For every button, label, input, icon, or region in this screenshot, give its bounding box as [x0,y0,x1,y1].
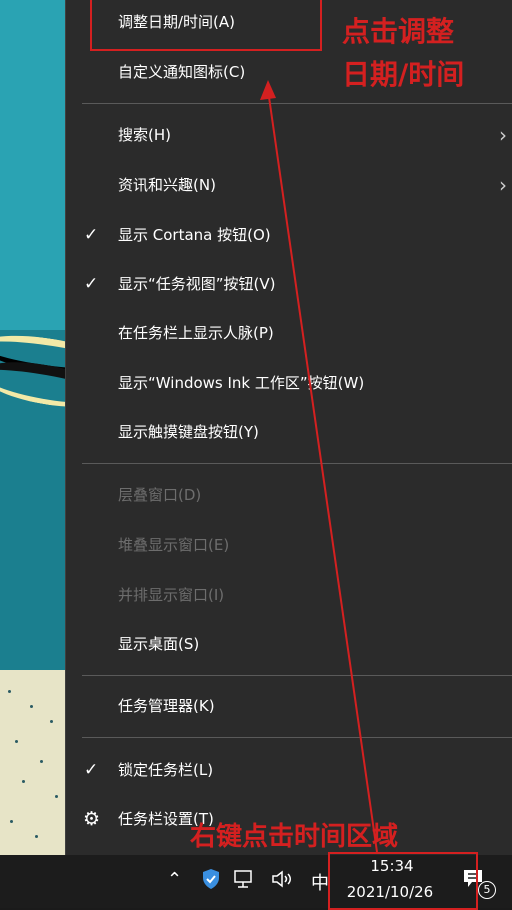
checkmark-icon: ✓ [84,760,99,780]
chevron-up-icon[interactable]: ⌃ [167,869,182,890]
chevron-right-icon: › [499,123,507,147]
menu-item-task-manager[interactable]: 任务管理器(K) [66,684,512,728]
annotation-text: 日期/时间 [342,58,465,91]
shield-icon[interactable] [201,868,221,895]
menu-item-label: 显示触摸键盘按钮(Y) [118,423,259,441]
menu-item-show-touch-keyboard[interactable]: 显示触摸键盘按钮(Y) [66,410,512,454]
menu-item-label: 自定义通知图标(C) [118,63,246,81]
wallpaper-sand [0,670,70,855]
menu-item-label: 显示“任务视图”按钮(V) [118,275,276,293]
menu-item-label: 搜索(H) [118,126,171,144]
menu-item-label: 在任务栏上显示人脉(P) [118,324,274,342]
volume-icon[interactable] [270,868,296,895]
menu-item-news-interests[interactable]: 资讯和兴趣(N) › [66,163,512,207]
gear-icon: ⚙ [83,808,101,830]
menu-item-show-cortana-button[interactable]: ✓ 显示 Cortana 按钮(O) [66,213,512,257]
menu-separator [82,103,512,104]
menu-separator [82,737,512,738]
menu-separator [82,463,512,464]
network-icon[interactable] [233,868,257,895]
menu-item-label: 并排显示窗口(I) [118,586,225,604]
volume-icon-graphic [272,870,291,888]
menu-item-show-task-view-button[interactable]: ✓ 显示“任务视图”按钮(V) [66,262,512,306]
checkmark-icon: ✓ [84,225,99,245]
chevron-right-icon: › [499,173,507,197]
network-icon-graphic [234,870,252,888]
menu-item-cascade-windows: 层叠窗口(D) [66,473,512,517]
menu-item-label: 资讯和兴趣(N) [118,176,216,194]
menu-item-label: 层叠窗口(D) [118,486,202,504]
annotation-text: 点击调整 [342,15,455,48]
notification-count-badge: 5 [478,881,496,899]
menu-item-show-people[interactable]: 在任务栏上显示人脉(P) [66,311,512,355]
wallpaper-sky [0,0,70,330]
checkmark-icon: ✓ [84,274,99,294]
menu-item-show-windows-ink[interactable]: 显示“Windows Ink 工作区”按钮(W) [66,361,512,405]
shield-icon-graphic [203,869,219,889]
annotation-highlight-box [328,852,478,910]
menu-separator [82,675,512,676]
taskbar-context-menu: 调整日期/时间(A) 自定义通知图标(C) 搜索(H) › 资讯和兴趣(N) ›… [65,0,512,855]
menu-item-label: 任务管理器(K) [118,697,215,715]
ime-indicator[interactable]: 中 [311,869,329,895]
menu-item-show-desktop[interactable]: 显示桌面(S) [66,622,512,666]
menu-item-lock-taskbar[interactable]: ✓ 锁定任务栏(L) [66,748,512,792]
menu-item-label: 显示 Cortana 按钮(O) [118,226,271,244]
menu-item-side-by-side-windows: 并排显示窗口(I) [66,573,512,617]
desktop-wallpaper [0,0,70,855]
menu-item-stack-windows: 堆叠显示窗口(E) [66,523,512,567]
annotation-highlight-box [90,0,322,51]
menu-item-label: 显示“Windows Ink 工作区”按钮(W) [118,374,365,392]
menu-item-label: 锁定任务栏(L) [118,761,214,779]
menu-item-search[interactable]: 搜索(H) › [66,113,512,157]
menu-item-label: 显示桌面(S) [118,635,200,653]
annotation-text: 右键点击时间区域 [190,822,399,852]
menu-item-label: 堆叠显示窗口(E) [118,536,230,554]
